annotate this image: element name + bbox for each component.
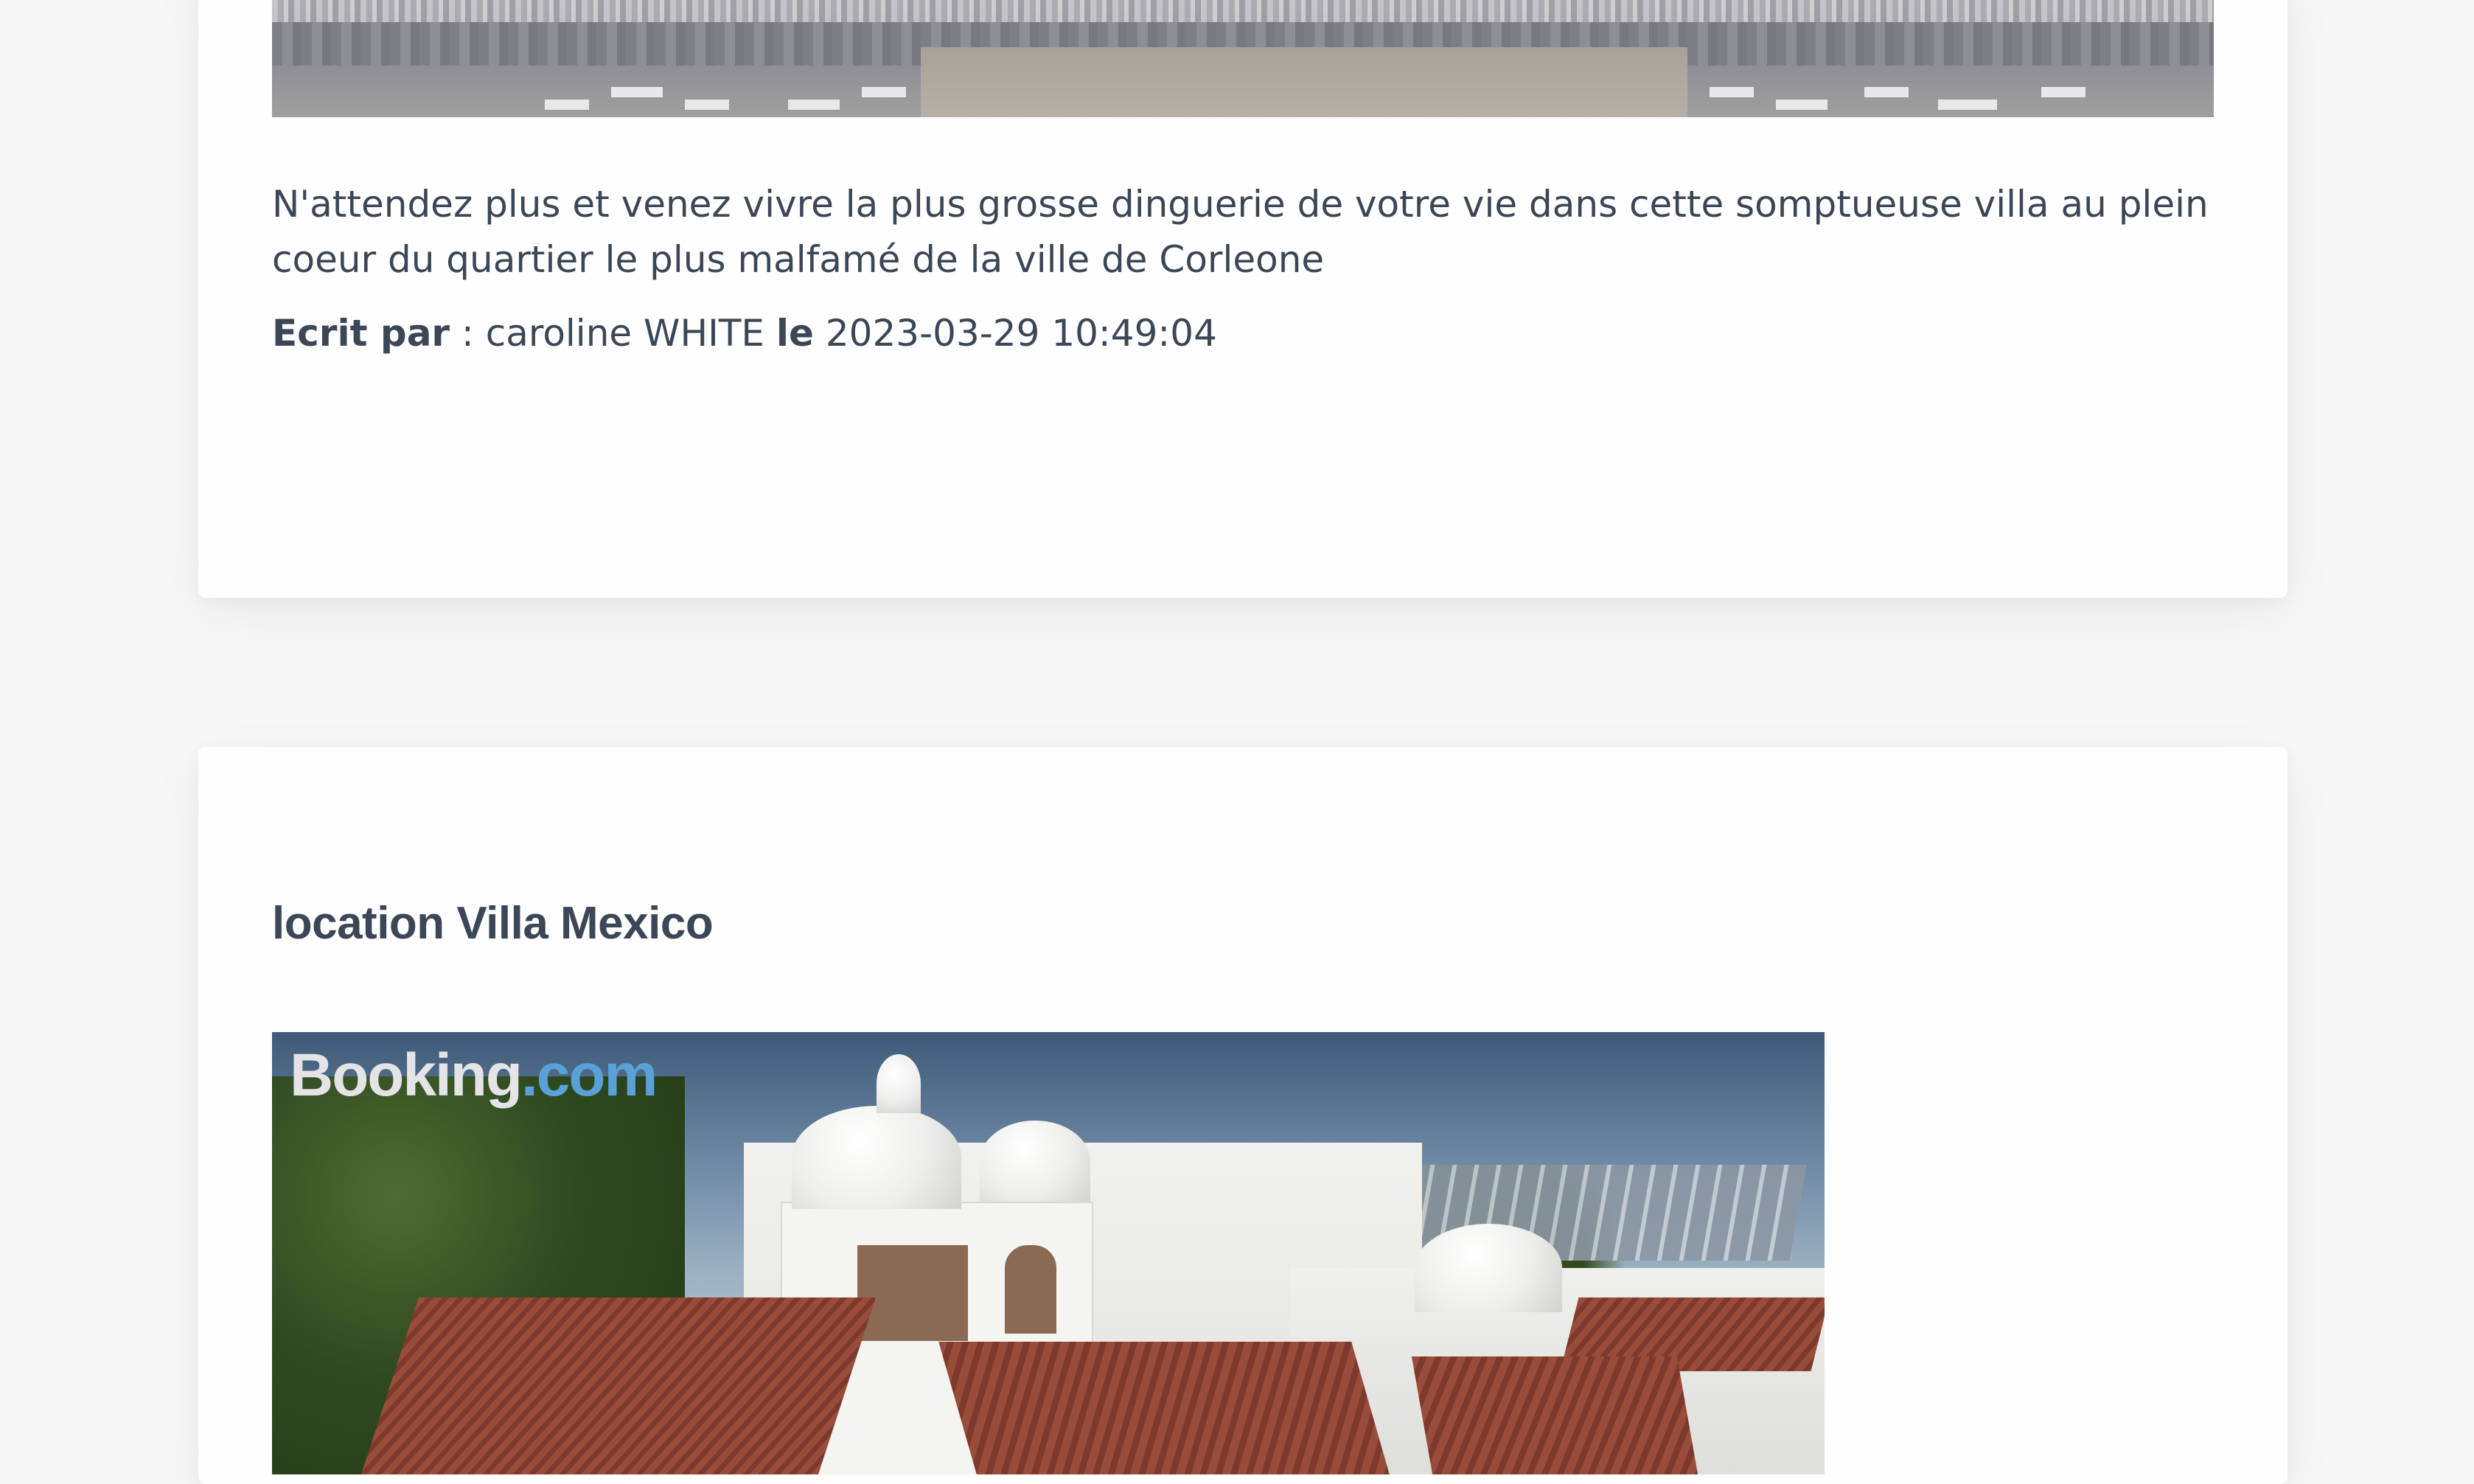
image-roof [1411,1356,1698,1474]
meta-separator: : [450,312,486,355]
date-label: le [776,312,814,355]
image-tile [1710,87,1754,97]
image-dome [792,1106,961,1209]
image-dome [1415,1224,1562,1312]
post-meta: Ecrit par : caroline WHITE le 2023-03-29… [272,306,1217,361]
written-by-label: Ecrit par [272,312,450,355]
post-image: Booking.com [272,1032,1825,1474]
image-stones [272,0,2214,22]
image-window [854,1242,971,1344]
image-dome-top [877,1054,921,1113]
image-tile [2041,87,2086,97]
image-dome [980,1121,1090,1202]
image-roof [361,1297,876,1474]
booking-watermark-logo: Booking.com [290,1042,658,1109]
post-date: 2023-03-29 10:49:04 [825,312,1217,355]
image-tile [545,100,589,110]
post-author: caroline WHITE [485,312,764,355]
image-tile [1864,87,1909,97]
image-tile [788,100,840,110]
image-sand [921,47,1687,117]
post-image [272,0,2214,117]
image-tile [611,87,663,97]
post-title: location Villa Mexico [272,898,714,949]
image-tile [862,87,906,97]
image-tile [1938,100,1997,110]
image-tile [685,100,729,110]
image-window [1002,1242,1059,1337]
image-tile [1776,100,1827,110]
post-card: location Villa Mexico Booking.com [198,747,2287,1484]
image-roof [938,1342,1390,1474]
post-card: N'attendez plus et venez vivre la plus g… [198,0,2287,598]
post-description: N'attendez plus et venez vivre la plus g… [272,183,2209,281]
